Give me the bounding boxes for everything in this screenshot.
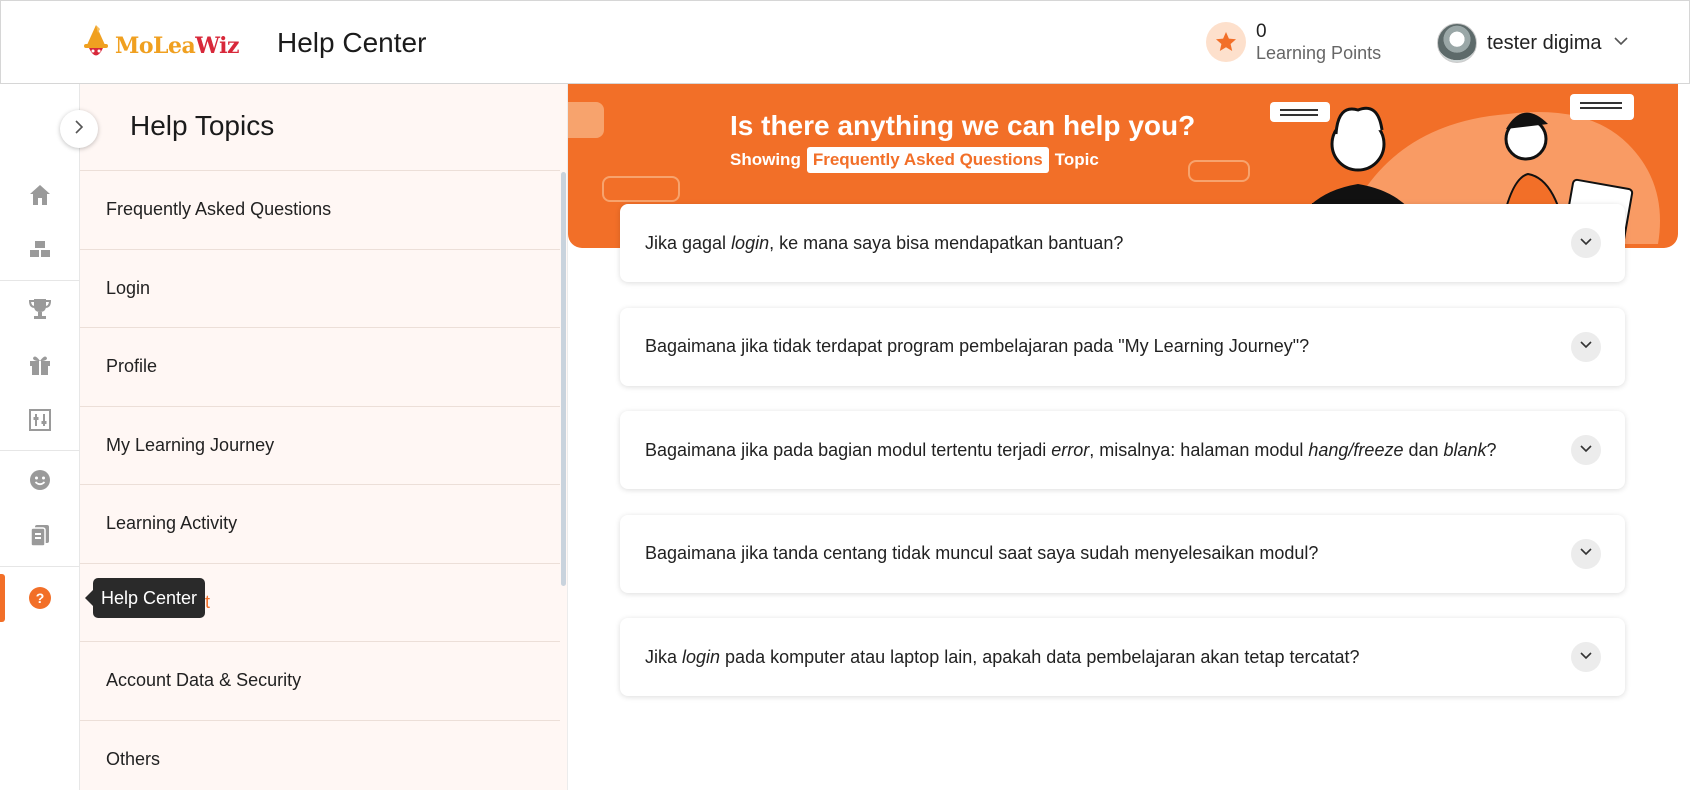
rail-divider (0, 450, 80, 451)
faq-expand-button[interactable] (1571, 538, 1601, 569)
wizard-logo-icon (81, 23, 111, 68)
faq-question-emphasis: login (682, 646, 721, 667)
topic-item-others[interactable]: Others (80, 721, 560, 790)
help-topics-panel: Help Topics Frequently Asked Questions L… (80, 84, 568, 790)
faq-item[interactable]: Jika login pada komputer atau laptop lai… (620, 618, 1625, 696)
logo-text: MoLeaWiz (115, 32, 239, 59)
faq-expand-button[interactable] (1571, 228, 1601, 258)
faq-list: Jika gagal login, ke mana saya bisa mend… (620, 204, 1625, 722)
faq-item[interactable]: Bagaimana jika tanda centang tidak muncu… (620, 514, 1625, 593)
chevron-down-icon (1579, 234, 1593, 253)
user-name: tester digima (1487, 31, 1602, 54)
help-topics-title: Help Topics (130, 110, 275, 141)
page-title: Help Center (277, 27, 427, 58)
banner-showing-label: Showing (730, 150, 801, 169)
help-center-app: MoLeaWiz Help Center 0 Learning Points t… (0, 0, 1690, 790)
smiley-icon[interactable] (25, 465, 55, 495)
faq-item[interactable]: Jika gagal login, ke mana saya bisa mend… (620, 204, 1625, 282)
app-logo[interactable]: MoLeaWiz (81, 23, 239, 68)
chevron-down-icon (1612, 32, 1630, 55)
svg-text:?: ? (36, 590, 45, 606)
chevron-down-icon (1579, 441, 1593, 460)
faq-question-text: pada komputer atau laptop lain, apakah d… (720, 646, 1360, 667)
chevron-down-icon (1579, 648, 1593, 667)
faq-question: Jika login pada komputer atau laptop lai… (645, 647, 1360, 668)
topic-item-login[interactable]: Login (80, 250, 560, 328)
learning-points[interactable]: 0 Learning Points (1206, 21, 1381, 64)
faq-question-emphasis: hang/freeze (1308, 439, 1404, 460)
rail-active-indicator (0, 574, 5, 622)
rail-divider (0, 566, 80, 567)
faq-question-text: Bagaimana jika tidak terdapat program pe… (645, 336, 1310, 356)
faq-question: Bagaimana jika pada bagian modul tertent… (645, 440, 1497, 461)
faq-question: Jika gagal login, ke mana saya bisa mend… (645, 233, 1123, 254)
sliders-icon[interactable] (25, 405, 55, 435)
help-topics-list: Frequently Asked Questions Login Profile… (80, 170, 560, 790)
banner-topic-label: Topic (1054, 150, 1099, 169)
faq-question: Bagaimana jika tidak terdapat program pe… (645, 336, 1309, 357)
topic-item-account-data-security[interactable]: Account Data & Security (80, 642, 560, 721)
star-icon (1206, 22, 1246, 63)
rail-divider (0, 280, 80, 281)
user-menu[interactable]: tester digima (1437, 23, 1630, 63)
banner-topic-tag: Frequently Asked Questions (806, 147, 1049, 173)
blocks-icon[interactable] (25, 234, 55, 264)
faq-expand-button[interactable] (1571, 435, 1601, 465)
faq-question-text: Jika (645, 646, 683, 667)
points-label: Learning Points (1256, 42, 1382, 63)
help-center-tooltip: Help Center (85, 578, 205, 618)
faq-question-text: ? (1486, 439, 1497, 460)
top-header: MoLeaWiz Help Center 0 Learning Points t… (0, 0, 1690, 84)
faq-question-text: Bagaimana jika tanda centang tidak muncu… (645, 543, 1319, 563)
chevron-down-icon (1579, 544, 1593, 563)
home-icon[interactable] (25, 180, 55, 210)
chevron-right-icon (71, 119, 87, 140)
faq-question-emphasis: login (731, 232, 770, 253)
banner-heading: Is there anything we can help you? (730, 110, 1196, 141)
faq-item[interactable]: Bagaimana jika pada bagian modul tertent… (620, 411, 1625, 489)
topic-item-faq[interactable]: Frequently Asked Questions (80, 171, 560, 250)
points-value: 0 (1256, 21, 1267, 42)
faq-expand-button[interactable] (1571, 642, 1601, 672)
faq-question-text: dan (1403, 439, 1444, 460)
faq-question-text: , ke mana saya bisa mendapatkan bantuan? (769, 232, 1124, 253)
help-icon[interactable]: ? (25, 583, 55, 613)
topic-item-learning-activity[interactable]: Learning Activity (80, 485, 560, 564)
icon-rail: ? (0, 84, 80, 790)
gift-icon[interactable] (25, 350, 55, 380)
faq-question-text: Bagaimana jika pada bagian modul tertent… (645, 439, 1052, 460)
faq-question-emphasis: blank (1443, 439, 1487, 460)
trophy-icon[interactable] (25, 294, 55, 324)
chat-bubble-decoration (568, 102, 604, 138)
topics-scrollbar[interactable] (561, 172, 566, 586)
chevron-down-icon (1579, 337, 1593, 356)
faq-question-text: , misalnya: halaman modul (1089, 439, 1309, 460)
topic-item-my-learning-journey[interactable]: My Learning Journey (80, 407, 560, 485)
avatar (1437, 23, 1477, 63)
faq-item[interactable]: Bagaimana jika tidak terdapat program pe… (620, 307, 1625, 386)
chat-bubble-decoration (602, 176, 680, 202)
expand-sidebar-button[interactable] (60, 110, 98, 148)
faq-expand-button[interactable] (1571, 331, 1601, 362)
faq-question-emphasis: error (1051, 439, 1090, 460)
clipboard-icon[interactable] (25, 520, 55, 550)
faq-question-text: Jika gagal (645, 232, 732, 253)
banner-subtitle: Showing Frequently Asked Questions Topic (730, 147, 1099, 173)
chat-bubble-decoration (1188, 160, 1250, 182)
faq-question: Bagaimana jika tanda centang tidak muncu… (645, 543, 1318, 564)
topic-item-profile[interactable]: Profile (80, 328, 560, 407)
